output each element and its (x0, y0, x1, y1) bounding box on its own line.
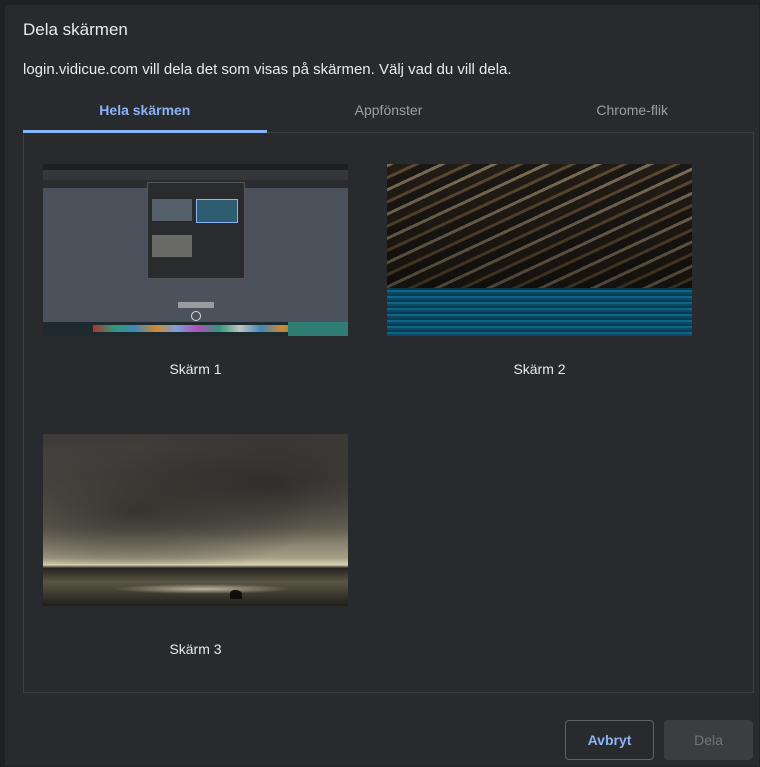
screen-2-thumbnail[interactable] (387, 164, 692, 336)
cancel-button[interactable]: Avbryt (565, 720, 654, 760)
dialog-subtitle: login.vidicue.com vill dela det som visa… (23, 61, 512, 78)
tab-app-window[interactable]: Appfönster (266, 90, 511, 133)
screen-tile-2[interactable]: Skärm 2 (387, 164, 692, 377)
screen-3-thumbnail[interactable] (43, 434, 348, 606)
screen-2-label: Skärm 2 (513, 361, 566, 377)
source-tabs: Hela skärmen Appfönster Chrome-flik (23, 90, 755, 133)
screen-tile-3[interactable]: Skärm 3 (43, 434, 348, 657)
share-button[interactable]: Dela (664, 720, 753, 760)
tab-chrome-tab[interactable]: Chrome-flik (510, 90, 755, 133)
screen-3-label: Skärm 3 (169, 641, 222, 657)
screen-1-thumbnail[interactable] (43, 164, 348, 336)
dialog-title: Dela skärmen (23, 20, 128, 39)
screen-1-label: Skärm 1 (169, 361, 222, 377)
tab-entire-screen[interactable]: Hela skärmen (23, 90, 267, 133)
screen-tile-1[interactable]: Skärm 1 (43, 164, 348, 377)
screen-picker-panel: Skärm 1 Skärm 2 Skärm 3 (23, 133, 754, 693)
share-screen-dialog: Dela skärmen login.vidicue.com vill dela… (5, 5, 759, 766)
dialog-buttons: Avbryt Dela (565, 720, 753, 760)
